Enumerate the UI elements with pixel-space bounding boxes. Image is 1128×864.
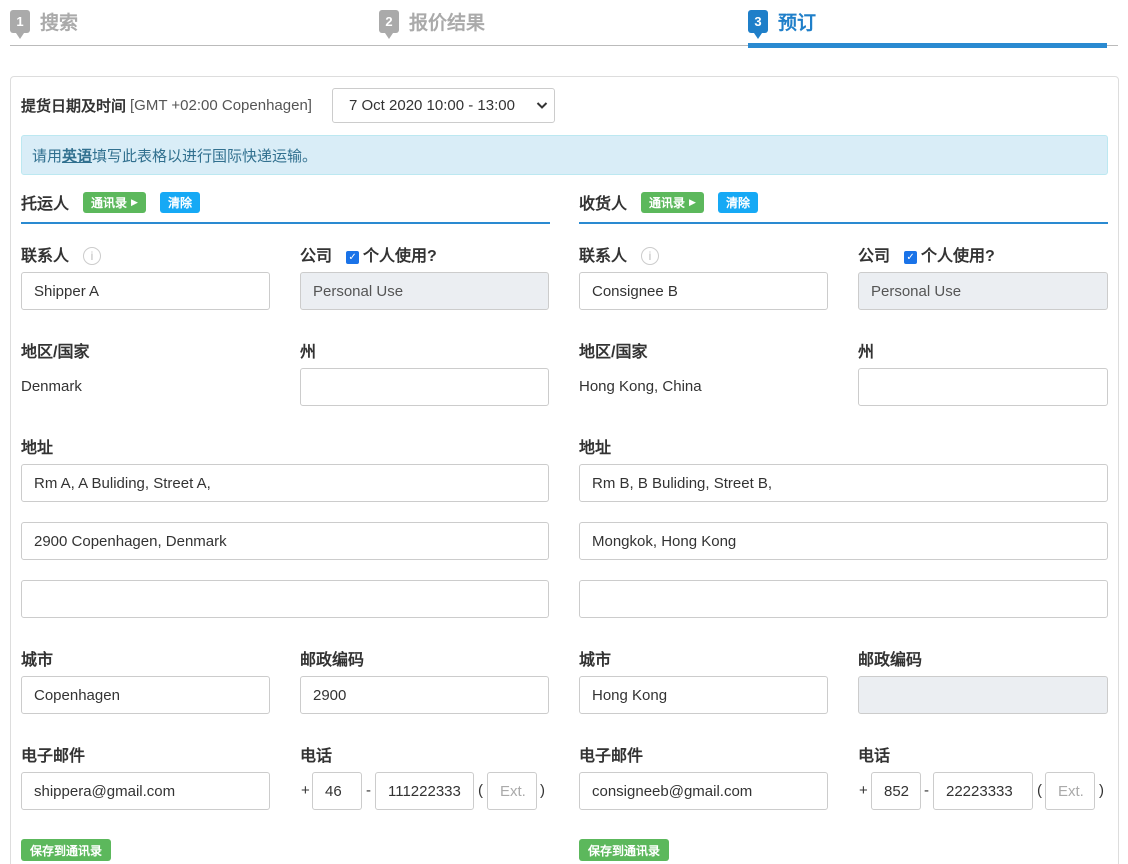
shipper-email-label: 电子邮件	[21, 748, 86, 765]
step-progress: 1 搜索 2 报价结果 3 预订	[0, 0, 1128, 50]
caret-right-icon: ▶	[689, 197, 696, 207]
shipper-phone-country-code[interactable]: 46	[312, 772, 362, 810]
step-label: 预订	[778, 13, 817, 34]
contact-label-text: 联系人	[579, 248, 628, 265]
consignee-company-label: 公司 ✓ 个人使用?	[858, 242, 995, 266]
phone-dash: -	[366, 782, 371, 799]
shipper-country-value: Denmark	[21, 378, 82, 395]
shipper-section: 托运人 通讯录 ▶ 清除 联系人 i 公司 ✓ 个人使用? Shipper A Pers…	[21, 188, 550, 864]
consignee-city-input[interactable]: Hong Kong	[579, 676, 828, 714]
caret-right-icon: ▶	[131, 197, 138, 207]
step-booking[interactable]: 3 预订	[748, 8, 817, 39]
consignee-country-value: Hong Kong, China	[579, 378, 702, 395]
pickup-row: 提货日期及时间 [GMT +02:00 Copenhagen]	[21, 88, 312, 123]
consignee-address-line2[interactable]: Mongkok, Hong Kong	[579, 522, 1108, 560]
company-label-text: 公司	[858, 248, 891, 265]
consignee-section: 收货人 通讯录 ▶ 清除 联系人 i 公司 ✓ 个人使用? Consignee B Pe…	[579, 188, 1108, 864]
shipper-title: 托运人	[21, 196, 70, 213]
shipper-address-label: 地址	[21, 440, 54, 457]
shipper-email-input[interactable]: shippera@gmail.com	[21, 772, 270, 810]
shipper-phone-label: 电话	[300, 748, 333, 765]
consignee-email-input[interactable]: consigneeb@gmail.com	[579, 772, 828, 810]
shipper-state-input[interactable]	[300, 368, 549, 406]
contact-label-text: 联系人	[21, 248, 70, 265]
step-search[interactable]: 1 搜索	[10, 8, 79, 39]
consignee-email-label: 电子邮件	[579, 748, 644, 765]
shipper-country-label: 地区/国家	[21, 344, 90, 361]
pickup-label: 提货日期及时间	[21, 98, 127, 115]
consignee-state-label: 州	[858, 344, 875, 361]
shipper-company-input[interactable]: Personal Use	[300, 272, 549, 310]
consignee-title: 收货人	[579, 196, 628, 213]
personal-use-label: 个人使用?	[363, 248, 437, 265]
phone-dash: -	[924, 782, 929, 799]
step-number-badge: 3	[748, 10, 768, 39]
consignee-phone-label: 电话	[858, 748, 891, 765]
address-book-label: 通讯录	[91, 196, 128, 210]
step-quote-results[interactable]: 2 报价结果	[379, 8, 486, 39]
phone-plus-sign: +	[859, 782, 868, 799]
step-label: 搜索	[40, 13, 79, 34]
shipper-company-label: 公司 ✓ 个人使用?	[300, 242, 437, 266]
shipper-clear-button[interactable]: 清除	[159, 192, 200, 213]
shipper-save-to-address-book-button[interactable]: 保存到通讯录	[21, 839, 112, 861]
shipper-phone-ext[interactable]: Ext.	[487, 772, 537, 810]
consignee-contact-input[interactable]: Consignee B	[579, 272, 828, 310]
shipper-address-line3[interactable]	[21, 580, 549, 618]
notice-prefix: 请用	[32, 147, 63, 165]
info-icon[interactable]: i	[83, 247, 102, 265]
address-book-label: 通讯录	[649, 196, 686, 210]
consignee-address-line3[interactable]	[579, 580, 1108, 618]
pickup-selected-value: 7 Oct 2020 10:00 - 13:00	[349, 97, 515, 114]
shipper-address-line2[interactable]: 2900 Copenhagen, Denmark	[21, 522, 549, 560]
consignee-clear-button[interactable]: 清除	[717, 192, 758, 213]
phone-lparen: (	[478, 782, 483, 799]
consignee-save-to-address-book-button[interactable]: 保存到通讯录	[579, 839, 670, 861]
consignee-phone-country-code[interactable]: 852	[871, 772, 921, 810]
notice-suffix: 填写此表格以进行国际快递运输。	[92, 147, 318, 165]
shipper-phone-number[interactable]: 111222333	[375, 772, 474, 810]
notice-highlight: 英语	[62, 147, 93, 165]
shipper-contact-input[interactable]: Shipper A	[21, 272, 270, 310]
step-label: 报价结果	[409, 13, 486, 34]
shipper-header: 托运人 通讯录 ▶ 清除	[21, 188, 550, 224]
consignee-address-book-button[interactable]: 通讯录 ▶	[641, 192, 704, 213]
consignee-address-line1[interactable]: Rm B, B Buliding, Street B,	[579, 464, 1108, 502]
consignee-phone-number[interactable]: 22223333	[933, 772, 1033, 810]
active-step-indicator	[748, 43, 1107, 48]
pickup-datetime-select[interactable]: 7 Oct 2020 10:00 - 13:00	[332, 88, 555, 123]
shipper-contact-label: 联系人 i	[21, 242, 102, 266]
company-label-text: 公司	[300, 248, 333, 265]
english-notice: 请用 英语 填写此表格以进行国际快递运输。	[21, 135, 1108, 175]
shipper-zip-label: 邮政编码	[300, 652, 365, 669]
consignee-zip-input[interactable]	[858, 676, 1108, 714]
shipper-zip-input[interactable]: 2900	[300, 676, 549, 714]
consignee-address-label: 地址	[579, 440, 612, 457]
step-number-badge: 1	[10, 10, 30, 39]
shipper-address-line1[interactable]: Rm A, A Buliding, Street A,	[21, 464, 549, 502]
shipper-city-label: 城市	[21, 652, 54, 669]
consignee-company-input[interactable]: Personal Use	[858, 272, 1108, 310]
chevron-down-icon	[536, 99, 548, 114]
consignee-header: 收货人 通讯录 ▶ 清除	[579, 188, 1108, 224]
consignee-country-label: 地区/国家	[579, 344, 648, 361]
personal-use-checkbox[interactable]: ✓	[346, 251, 360, 264]
shipper-city-input[interactable]: Copenhagen	[21, 676, 270, 714]
shipper-state-label: 州	[300, 344, 317, 361]
phone-rparen: )	[540, 782, 545, 799]
pickup-timezone: [GMT +02:00 Copenhagen]	[130, 97, 312, 114]
phone-rparen: )	[1099, 782, 1104, 799]
info-icon[interactable]: i	[641, 247, 660, 265]
consignee-phone-ext[interactable]: Ext.	[1045, 772, 1095, 810]
consignee-state-input[interactable]	[858, 368, 1108, 406]
consignee-zip-label: 邮政编码	[858, 652, 923, 669]
consignee-city-label: 城市	[579, 652, 612, 669]
step-number-badge: 2	[379, 10, 399, 39]
phone-lparen: (	[1037, 782, 1042, 799]
consignee-contact-label: 联系人 i	[579, 242, 660, 266]
shipper-address-book-button[interactable]: 通讯录 ▶	[83, 192, 146, 213]
phone-plus-sign: +	[301, 782, 310, 799]
personal-use-checkbox[interactable]: ✓	[904, 251, 918, 264]
personal-use-label: 个人使用?	[921, 248, 995, 265]
